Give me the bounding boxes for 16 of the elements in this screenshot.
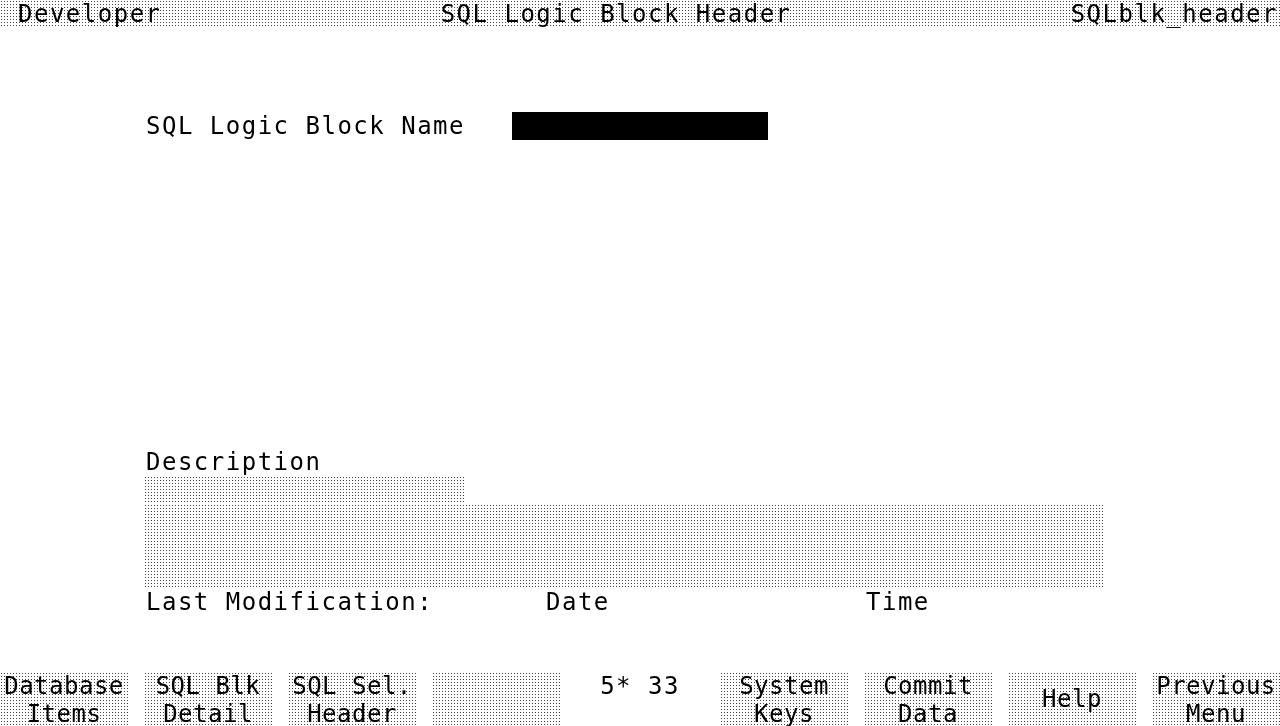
function-key[interactable]: SQL Blk Detail	[144, 672, 272, 726]
screen-title: SQL Logic Block Header	[440, 0, 792, 28]
time-label: Time	[866, 588, 930, 616]
function-key[interactable]: Previous Menu	[1152, 672, 1280, 726]
field-label: SQL Logic Block Name	[146, 112, 466, 140]
function-key[interactable]: Help	[1008, 672, 1136, 726]
name-input-field[interactable]	[512, 112, 768, 140]
function-key[interactable]: SQL Sel. Header	[288, 672, 416, 726]
function-key[interactable]: Commit Data	[864, 672, 992, 726]
screen-id: SQLblk_header	[1070, 0, 1278, 28]
user-role: Developer	[18, 0, 162, 28]
cursor-position: 5* 33	[600, 672, 680, 702]
date-label: Date	[546, 588, 611, 616]
field-label: Last Modification:	[146, 588, 435, 616]
field-label: Description	[146, 448, 323, 476]
function-key[interactable]: Database Items	[0, 672, 128, 726]
